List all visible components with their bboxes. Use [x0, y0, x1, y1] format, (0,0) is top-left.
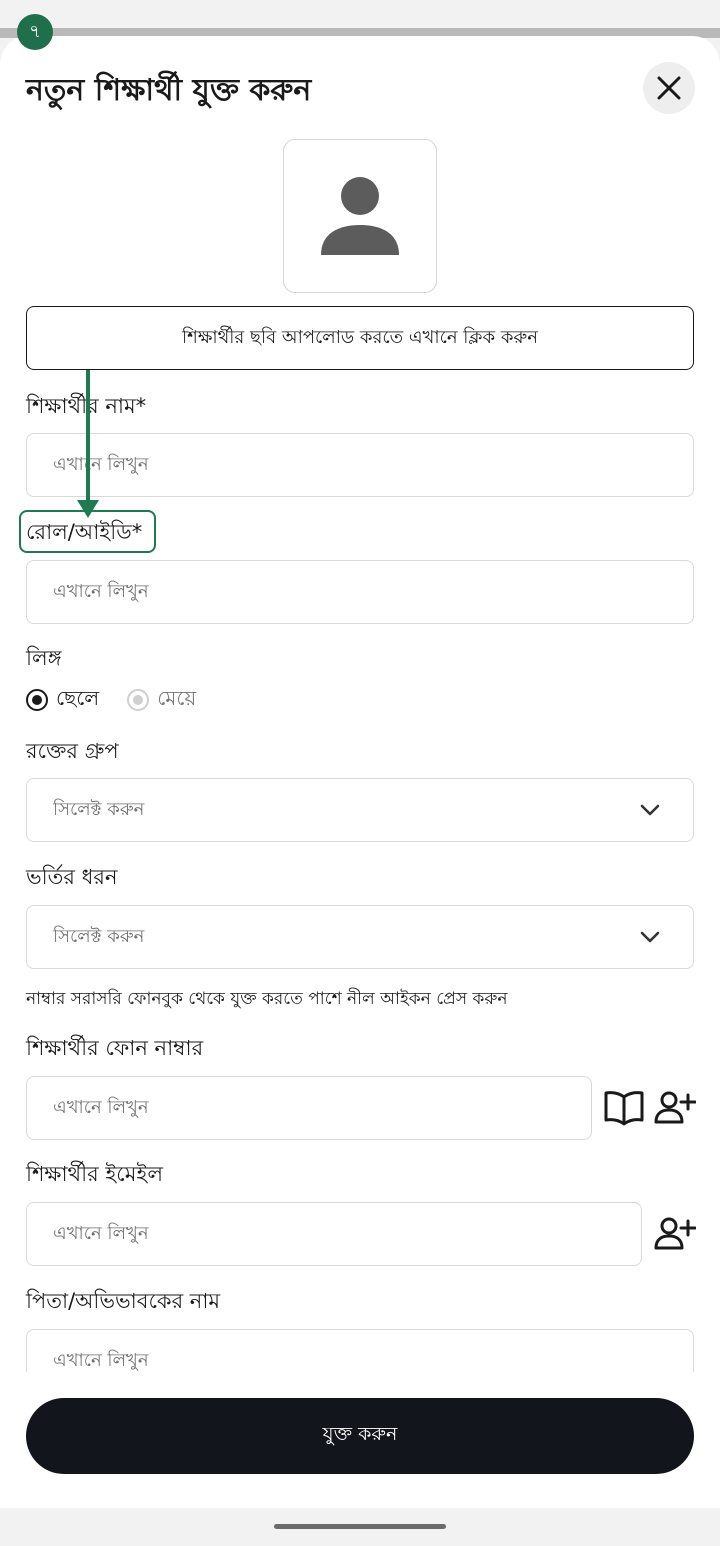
- blood-group-placeholder: সিলেক্ট করুন: [53, 798, 145, 820]
- email-label: শিক্ষার্থীর ইমেইল: [26, 1162, 163, 1186]
- navigation-bar: [0, 1508, 720, 1546]
- roll-input[interactable]: এখানে লিখুন: [26, 560, 694, 624]
- page-title: নতুন শিক্ষার্থী যুক্ত করুন: [26, 73, 312, 108]
- chevron-down-icon: [640, 931, 660, 943]
- close-button[interactable]: [643, 62, 695, 114]
- admission-type-placeholder: সিলেক্ট করুন: [53, 925, 145, 947]
- submit-button[interactable]: যুক্ত করুন: [26, 1398, 694, 1474]
- phone-label: শিক্ষার্থীর ফোন নাম্বার: [26, 1036, 204, 1060]
- admission-type-label: ভর্তির ধরন: [26, 865, 118, 889]
- phone-add-contact-button[interactable]: [653, 1086, 697, 1130]
- home-indicator[interactable]: [274, 1524, 446, 1529]
- name-input[interactable]: এখানে লিখুন: [26, 433, 694, 497]
- gender-female-label[interactable]: মেয়ে: [157, 684, 196, 717]
- email-input[interactable]: এখানে লিখুন: [26, 1202, 642, 1266]
- email-add-contact-button[interactable]: [653, 1212, 697, 1256]
- gender-male-radio[interactable]: [26, 689, 48, 711]
- gender-radio-group: ছেলে মেয়ে: [26, 684, 196, 716]
- chevron-down-icon: [640, 804, 660, 816]
- person-add-icon: [654, 1091, 696, 1124]
- email-placeholder: এখানে লিখুন: [53, 1222, 149, 1244]
- gender-label: লিঙ্গ: [26, 646, 62, 670]
- blood-group-label: রক্তের গ্রুপ: [26, 739, 119, 763]
- phonebook-hint: নাম্বার সরাসরি ফোনবুক থেকে যুক্ত করতে পা…: [26, 989, 508, 1009]
- close-icon: [657, 76, 681, 100]
- avatar-placeholder[interactable]: [283, 139, 437, 293]
- gender-male-label[interactable]: ছেলে: [56, 684, 99, 717]
- step-badge: ৭: [17, 14, 53, 50]
- person-add-icon: [654, 1217, 696, 1250]
- add-student-sheet: নতুন শিক্ষার্থী যুক্ত করুন শিক্ষার্থীর ছ…: [0, 36, 720, 1508]
- guardian-label: পিতা/অভিভাবকের নাম: [26, 1289, 221, 1313]
- status-area: [0, 0, 720, 38]
- blood-group-select[interactable]: সিলেক্ট করুন: [26, 778, 694, 842]
- phone-input[interactable]: এখানে লিখুন: [26, 1076, 592, 1140]
- person-icon: [321, 177, 399, 255]
- pointer-arrow-icon: [77, 370, 99, 518]
- book-open-icon: [604, 1091, 644, 1126]
- phonebook-button[interactable]: [602, 1086, 646, 1130]
- phone-placeholder: এখানে লিখুন: [53, 1096, 149, 1118]
- gender-female-radio[interactable]: [127, 689, 150, 711]
- roll-placeholder: এখানে লিখুন: [53, 580, 149, 602]
- upload-photo-button[interactable]: শিক্ষার্থীর ছবি আপলোড করতে এখানে ক্লিক ক…: [26, 306, 694, 370]
- admission-type-select[interactable]: সিলেক্ট করুন: [26, 905, 694, 969]
